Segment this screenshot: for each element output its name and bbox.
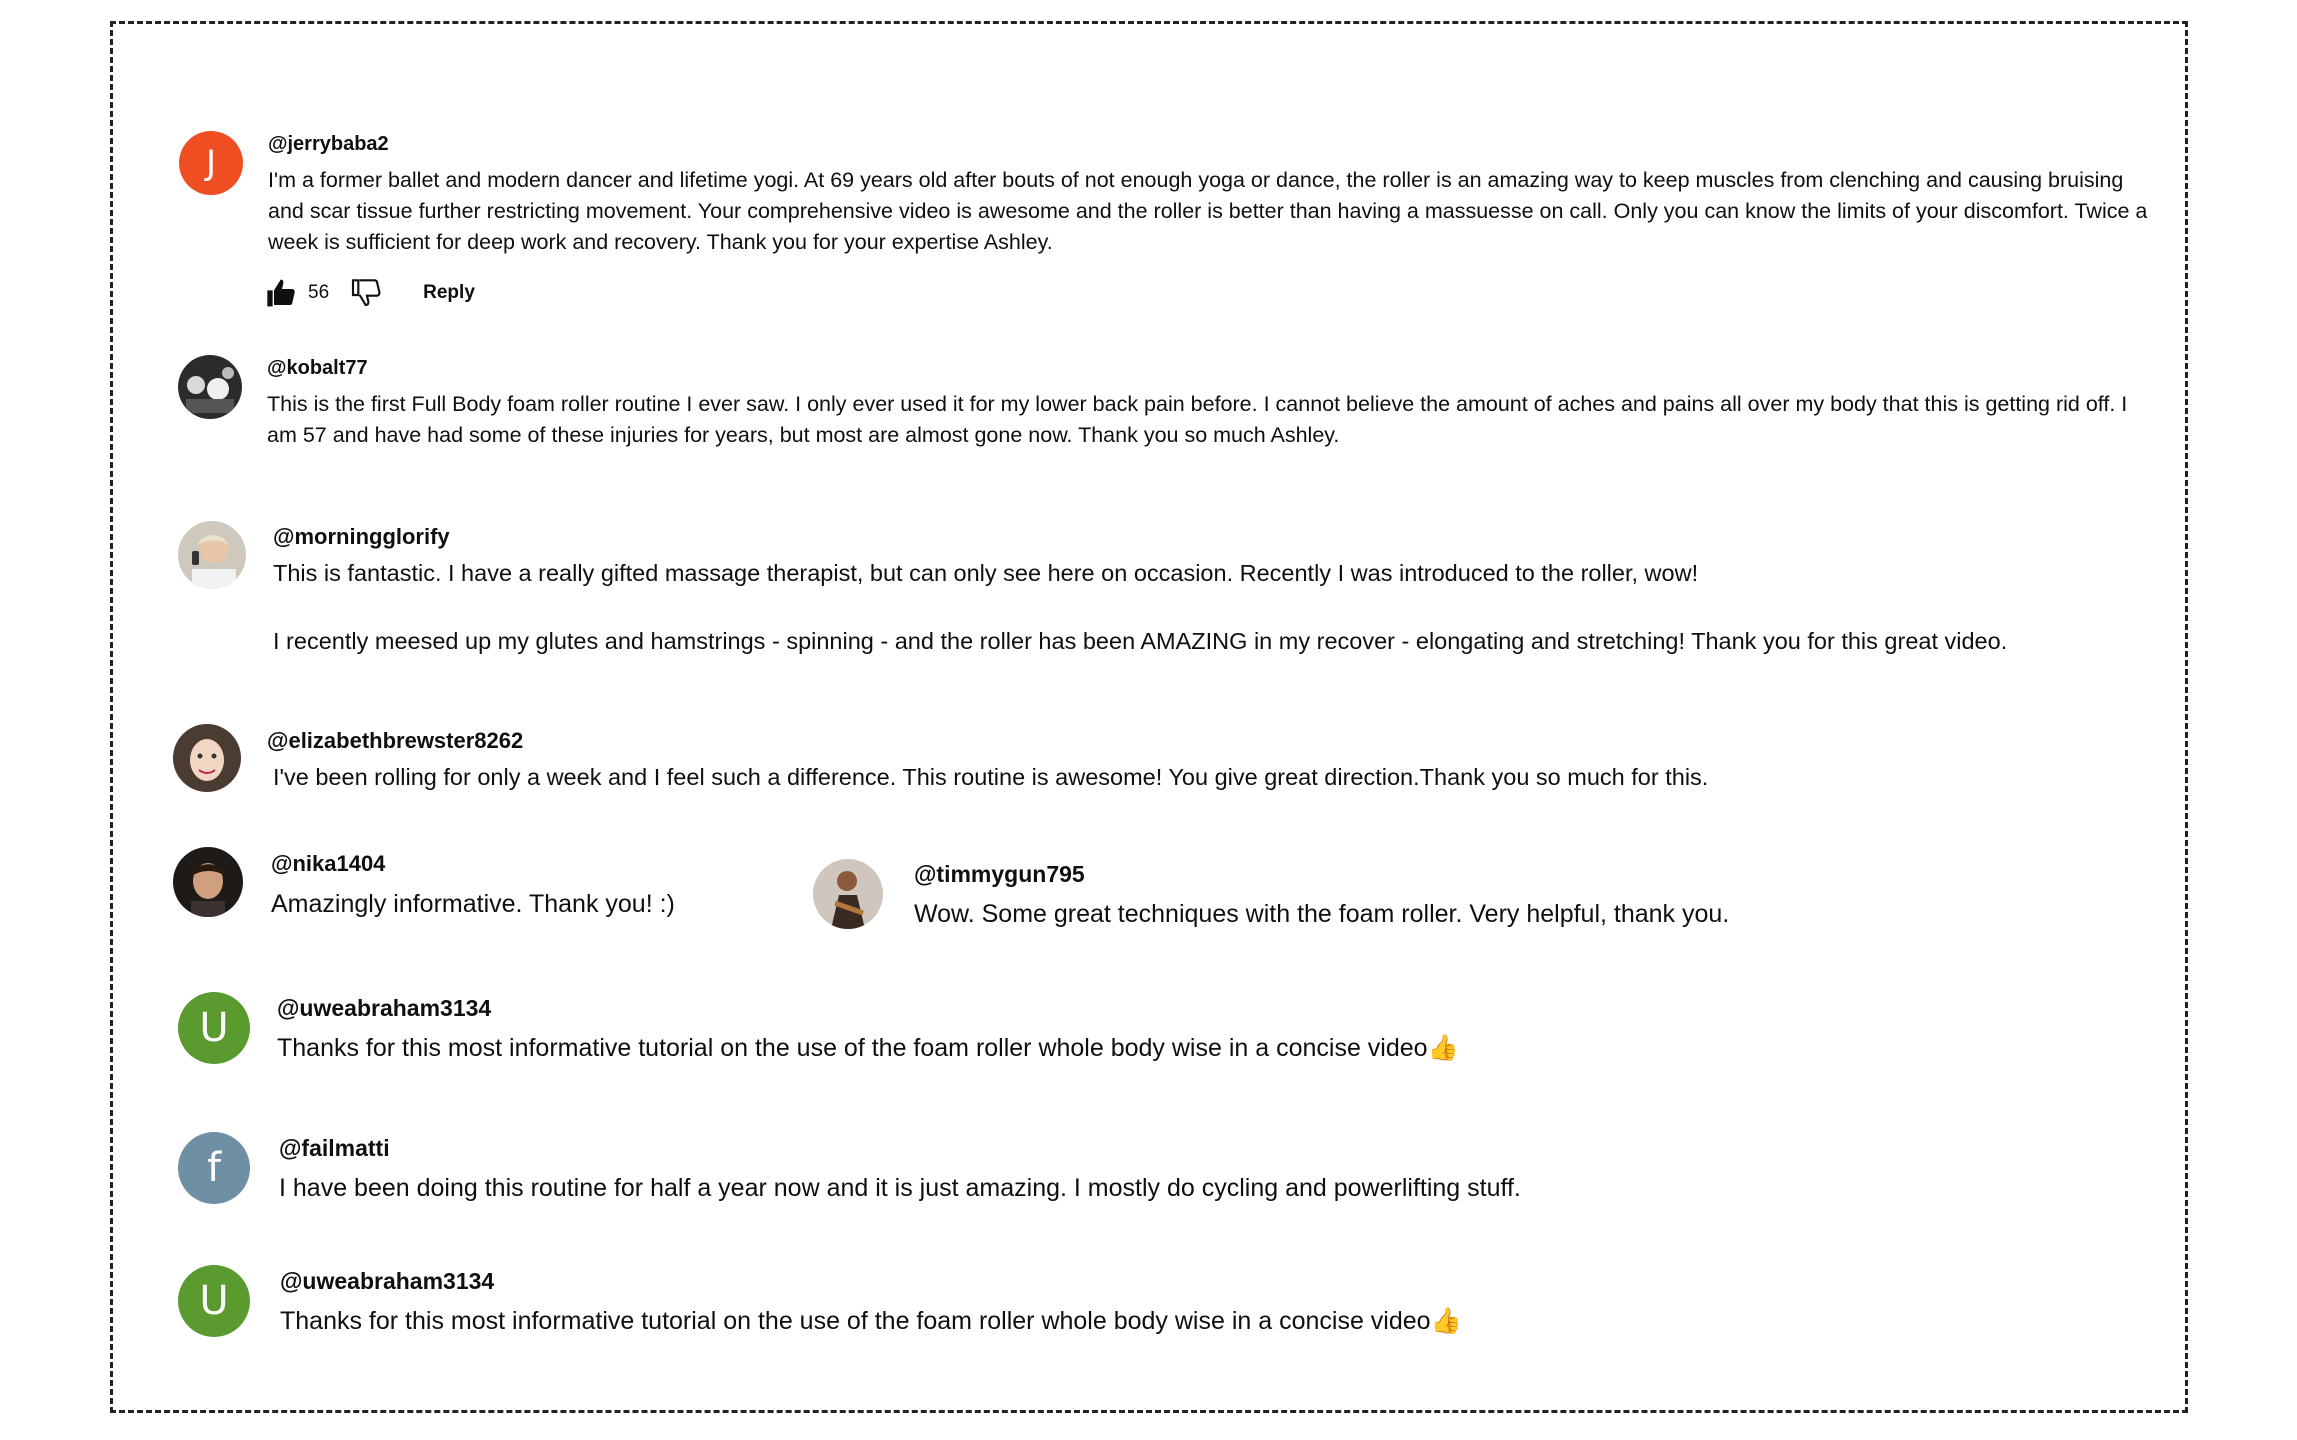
- comment-handle[interactable]: @morningglorify: [273, 524, 450, 550]
- comment-paragraph: This is fantastic. I have a really gifte…: [273, 560, 1699, 586]
- avatar-timmygun795[interactable]: [813, 859, 883, 929]
- avatar-nika1404[interactable]: [173, 847, 243, 917]
- comment-handle[interactable]: @nika1404: [271, 851, 385, 877]
- avatar-kobalt77[interactable]: [178, 355, 242, 419]
- comment-text: Thanks for this most informative tutoria…: [277, 1033, 2077, 1064]
- comment-text-content: Thanks for this most informative tutoria…: [280, 1307, 1431, 1335]
- comment-text-content: Thanks for this most informative tutoria…: [277, 1034, 1428, 1062]
- thumbs-down-icon[interactable]: [351, 278, 383, 308]
- avatar-failmatti[interactable]: f: [178, 1132, 250, 1204]
- avatar-letter: U: [199, 1005, 229, 1051]
- comment-text: Thanks for this most informative tutoria…: [280, 1306, 2080, 1337]
- avatar-uweabraham3134[interactable]: U: [178, 992, 250, 1064]
- thumbs-up-icon[interactable]: [266, 278, 298, 308]
- comment-handle[interactable]: @uweabraham3134: [280, 1268, 494, 1295]
- comment-text: I've been rolling for only a week and I …: [273, 764, 1709, 790]
- comment-handle[interactable]: @failmatti: [279, 1135, 390, 1162]
- avatar-jerrybaba2[interactable]: J: [179, 131, 243, 195]
- comment-handle[interactable]: @kobalt77: [267, 357, 368, 380]
- thumbs-up-emoji-icon: 👍: [1427, 1034, 1459, 1062]
- comment-actions: 56 Reply: [266, 278, 475, 308]
- comment-text: This is fantastic. I have a really gifte…: [273, 558, 2153, 657]
- avatar-letter: J: [205, 143, 217, 183]
- comment-paragraph: I recently meesed up my glutes and hamst…: [273, 628, 2008, 654]
- thumbs-up-emoji-icon: 👍: [1430, 1307, 1462, 1335]
- comment-handle[interactable]: @elizabethbrewster8262: [267, 728, 523, 754]
- comment-text: I'm a former ballet and modern dancer an…: [268, 168, 2148, 254]
- reply-button[interactable]: Reply: [423, 282, 475, 304]
- comment-text: Wow. Some great techniques with the foam…: [914, 900, 1730, 928]
- avatar-elizabethbrewster8262[interactable]: [173, 724, 241, 792]
- comment-text: This is the first Full Body foam roller …: [267, 392, 2128, 447]
- like-count: 56: [308, 282, 330, 303]
- comment-handle[interactable]: @uweabraham3134: [277, 995, 491, 1022]
- avatar-uweabraham3134[interactable]: U: [178, 1265, 250, 1337]
- comment-handle[interactable]: @timmygun795: [914, 861, 1085, 888]
- avatar-letter: U: [199, 1278, 229, 1324]
- comment-handle[interactable]: @jerrybaba2: [268, 133, 389, 156]
- avatar-letter: f: [206, 1145, 222, 1191]
- comment-text: I have been doing this routine for half …: [279, 1174, 1521, 1202]
- avatar-morningglorify[interactable]: [178, 521, 246, 589]
